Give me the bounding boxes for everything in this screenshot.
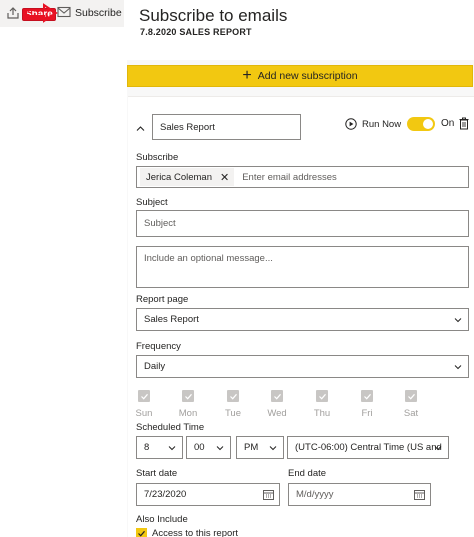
start-date-label: Start date <box>136 468 178 479</box>
day-label: Mon <box>178 408 198 419</box>
subscription-card: Sales Report Run Now On Subscribe Jerica… <box>128 96 474 537</box>
chevron-up-icon[interactable] <box>136 124 145 133</box>
day-checkbox[interactable] <box>271 390 283 402</box>
play-icon[interactable] <box>345 118 357 130</box>
report-page-value: Sales Report <box>144 314 199 325</box>
recipients-placeholder: Enter email addresses <box>242 171 337 183</box>
subject-input[interactable]: Subject <box>136 210 469 237</box>
subscription-name-input[interactable]: Sales Report <box>152 114 301 140</box>
day-sun[interactable]: Sun <box>130 390 158 419</box>
subscribe-button[interactable]: Subscribe <box>75 7 122 19</box>
start-date-input[interactable]: 7/23/2020 <box>136 483 280 506</box>
day-label: Wed <box>267 408 287 419</box>
plus-icon: + <box>242 67 252 84</box>
day-label: Fri <box>361 408 373 419</box>
day-tue[interactable]: Tue <box>219 390 247 419</box>
frequency-value: Daily <box>144 361 166 372</box>
day-wed[interactable]: Wed <box>263 390 291 419</box>
chevron-down-icon <box>454 365 462 370</box>
ampm-value: PM <box>244 442 259 453</box>
day-checkbox[interactable] <box>182 390 194 402</box>
report-page-select[interactable]: Sales Report <box>136 308 469 331</box>
frequency-label: Frequency <box>136 341 181 352</box>
calendar-icon[interactable] <box>414 489 425 500</box>
day-checkbox[interactable] <box>227 390 239 402</box>
day-thu[interactable]: Thu <box>308 390 336 419</box>
day-label: Thu <box>313 408 331 419</box>
day-label: Sat <box>403 408 419 419</box>
access-label: Access to this report <box>152 528 239 537</box>
frequency-select[interactable]: Daily <box>136 355 469 378</box>
share-icon[interactable] <box>6 6 20 20</box>
day-mon[interactable]: Mon <box>174 390 202 419</box>
day-checkbox[interactable] <box>361 390 373 402</box>
subject-label: Subject <box>136 197 168 208</box>
subscribe-label: Subscribe <box>136 152 179 163</box>
recipients-input[interactable]: Jerica Coleman ✕ Enter email addresses <box>136 166 469 188</box>
ampm-select[interactable]: PM <box>236 436 284 459</box>
toggle-label: On <box>441 118 455 129</box>
toggle-knob <box>423 119 433 129</box>
subscription-toggle[interactable] <box>407 117 435 131</box>
recipient-name: Jerica Coleman <box>146 171 212 183</box>
mail-icon <box>57 6 71 18</box>
access-checkbox[interactable] <box>136 528 147 537</box>
checkmark-icon <box>318 393 326 400</box>
checkmark-icon <box>363 393 371 400</box>
day-checkbox[interactable] <box>405 390 417 402</box>
chevron-down-icon <box>216 446 224 451</box>
day-sat[interactable]: Sat <box>397 390 425 419</box>
checkmark-icon <box>407 393 415 400</box>
report-name: 7.8.2020 SALES REPORT <box>140 27 252 37</box>
trash-icon[interactable] <box>459 117 469 130</box>
day-label: Sun <box>135 408 153 419</box>
checkmark-icon <box>273 393 281 400</box>
minute-value: 00 <box>194 442 205 453</box>
end-date-label: End date <box>288 468 327 479</box>
message-textarea[interactable]: Include an optional message... <box>136 246 469 288</box>
hour-value: 8 <box>144 442 150 453</box>
hour-select[interactable]: 8 <box>136 436 183 459</box>
add-subscription-label: Add new subscription <box>257 70 358 82</box>
end-date-input[interactable]: M/d/yyyy <box>288 483 431 506</box>
day-checkbox[interactable] <box>138 390 150 402</box>
day-label: Tue <box>224 408 242 419</box>
timezone-select[interactable]: (UTC-06:00) Central Time (US and <box>287 436 449 459</box>
calendar-icon[interactable] <box>263 489 274 500</box>
checkmark-icon <box>229 393 237 400</box>
chevron-down-icon <box>434 446 442 451</box>
subscription-panel: + Add new subscription Sales Report Run … <box>127 60 474 537</box>
report-page-label: Report page <box>136 294 189 305</box>
red-arrow-annotation <box>25 3 58 23</box>
checkmark-icon <box>138 530 145 537</box>
recipient-chip: Jerica Coleman ✕ <box>140 168 235 186</box>
toolbar: Share Subscribe <box>0 0 124 27</box>
chevron-down-icon <box>269 446 277 451</box>
chevron-down-icon <box>454 318 462 323</box>
checkmark-icon <box>184 393 192 400</box>
page-title: Subscribe to emails <box>139 6 288 25</box>
checkmark-icon <box>140 393 148 400</box>
day-checkbox[interactable] <box>316 390 328 402</box>
day-fri[interactable]: Fri <box>353 390 381 419</box>
chevron-down-icon <box>168 446 176 451</box>
start-date-value: 7/23/2020 <box>144 489 187 500</box>
run-now-button[interactable]: Run Now <box>362 119 401 130</box>
scheduled-time-label: Scheduled Time <box>136 422 205 433</box>
also-include-label: Also Include <box>136 514 188 525</box>
end-date-placeholder: M/d/yyyy <box>296 489 334 500</box>
add-subscription-button[interactable]: + Add new subscription <box>127 65 473 87</box>
remove-recipient-icon[interactable]: ✕ <box>220 171 229 184</box>
timezone-value: (UTC-06:00) Central Time (US and <box>295 442 442 453</box>
minute-select[interactable]: 00 <box>186 436 231 459</box>
